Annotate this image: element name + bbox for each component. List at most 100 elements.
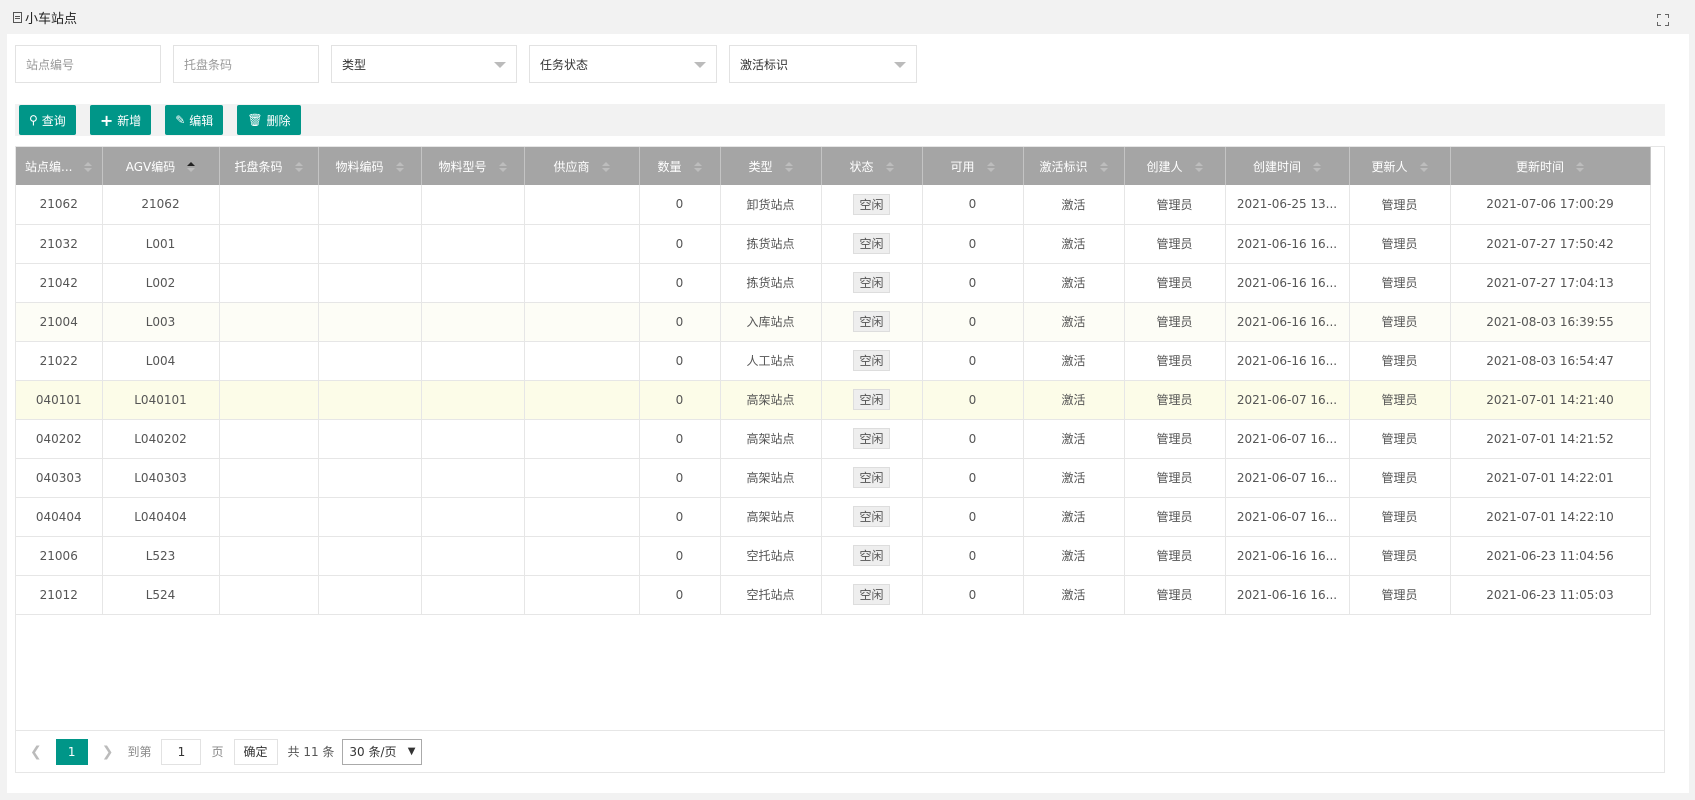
table-cell <box>524 185 640 225</box>
sort-icon[interactable] <box>693 162 702 172</box>
table-cell <box>318 536 422 576</box>
column-header[interactable]: 创建人 <box>1124 147 1226 185</box>
table-cell <box>318 224 422 264</box>
table-cell: 管理员 <box>1349 419 1451 459</box>
table-row[interactable]: 040303 L040303 0 高架站点 空闲 0 激活 管理员 2021-06-07 16.… <box>16 458 1651 498</box>
sort-icon[interactable] <box>784 162 793 172</box>
table-row[interactable]: 21062 21062 0 卸货站点 空闲 0 激活 管理员 2021-06-25 13... 管… <box>16 185 1651 225</box>
sort-asc-icon[interactable] <box>187 162 196 172</box>
table-cell: 0 <box>639 458 721 498</box>
confirm-button[interactable]: 确定 <box>233 738 278 765</box>
sort-icon[interactable] <box>601 162 610 172</box>
sort-icon[interactable] <box>498 162 507 172</box>
table-cell: 空闲 <box>821 536 923 576</box>
column-header[interactable]: AGV编码 <box>102 147 220 185</box>
table-cell <box>318 263 422 303</box>
table-cell: 激活 <box>1023 458 1125 498</box>
sort-icon[interactable] <box>986 162 995 172</box>
table-cell: 0 <box>639 185 721 225</box>
task-status-select[interactable]: 任务状态 <box>529 45 717 83</box>
table-cell <box>219 224 319 264</box>
table-row[interactable]: 21012 L524 0 空托站点 空闲 0 激活 管理员 2021-06-16 16... 管理… <box>16 575 1651 615</box>
table-row[interactable]: 21032 L001 0 拣货站点 空闲 0 激活 管理员 2021-06-16 16... 管理… <box>16 224 1651 264</box>
pallet-code-input[interactable]: 托盘条码 <box>173 45 319 83</box>
delete-button[interactable]: 🗑 删除 <box>237 105 301 135</box>
column-header[interactable]: 激活标识 <box>1023 147 1125 185</box>
edit-button[interactable]: ✎ 编辑 <box>165 105 224 135</box>
column-header-label: 可用 <box>950 159 975 174</box>
column-header[interactable]: 物料型号 <box>421 147 525 185</box>
page-size-select[interactable]: 30 条/页 ▼ <box>342 738 423 765</box>
sort-icon[interactable] <box>395 162 404 172</box>
table-row[interactable]: 21022 L004 0 人工站点 空闲 0 激活 管理员 2021-06-16 16... 管理… <box>16 341 1651 381</box>
column-header[interactable]: 站点编... <box>16 147 103 185</box>
table-cell: 2021-06-16 16... <box>1225 224 1350 264</box>
station-code-input[interactable]: 站点编号 <box>15 45 161 83</box>
table-row[interactable]: 21006 L523 0 空托站点 空闲 0 激活 管理员 2021-06-16 16... 管理… <box>16 536 1651 576</box>
query-button-label: 查询 <box>41 113 66 128</box>
table-cell: 管理员 <box>1349 185 1451 225</box>
table-cell <box>219 302 319 342</box>
column-header[interactable]: 类型 <box>720 147 822 185</box>
table-cell: 空闲 <box>821 575 923 615</box>
table-cell: 2021-06-07 16... <box>1225 419 1350 459</box>
table-cell: L524 <box>102 575 220 615</box>
table-cell: 21004 <box>16 302 103 342</box>
page-unit-label: 页 <box>211 745 224 759</box>
column-header-label: 激活标识 <box>1039 159 1088 174</box>
active-flag-select[interactable]: 激活标识 <box>729 45 917 83</box>
sort-icon[interactable] <box>885 162 894 172</box>
table-cell: 2021-06-07 16... <box>1225 458 1350 498</box>
prev-page-icon[interactable]: ❮ <box>30 744 42 760</box>
table-cell: 2021-06-16 16... <box>1225 575 1350 615</box>
table-cell: 高架站点 <box>720 458 822 498</box>
pagination: ❮ 1 ❯ 到第 1 页 确定 共 11 条 30 条/页 ▼ <box>15 730 1665 773</box>
table-cell <box>318 458 422 498</box>
table-cell <box>524 263 640 303</box>
table-cell: 高架站点 <box>720 497 822 537</box>
table-row[interactable]: 040101 L040101 0 高架站点 空闲 0 激活 管理员 2021-06-07 16.… <box>16 380 1651 420</box>
column-header[interactable]: 可用 <box>922 147 1024 185</box>
column-header[interactable]: 数量 <box>639 147 721 185</box>
table-cell: L040303 <box>102 458 220 498</box>
sort-icon[interactable] <box>1576 162 1584 172</box>
table-cell: L004 <box>102 341 220 381</box>
sort-icon[interactable] <box>1194 162 1203 172</box>
column-header[interactable]: 状态 <box>821 147 923 185</box>
column-header[interactable]: 托盘条码 <box>219 147 319 185</box>
table-cell: 21062 <box>16 185 103 225</box>
table-cell <box>524 419 640 459</box>
table-cell <box>421 536 525 576</box>
next-page-icon[interactable]: ❯ <box>102 744 114 760</box>
sort-icon[interactable] <box>294 162 303 172</box>
table-row[interactable]: 21042 L002 0 拣货站点 空闲 0 激活 管理员 2021-06-16 16... 管理… <box>16 263 1651 303</box>
table-header-row: 站点编... AGV编码 托盘条码 物料编码 物料型号 供应商 数量 类型 状态… <box>16 147 1651 185</box>
page-number-input[interactable]: 1 <box>161 738 202 765</box>
table-cell: 2021-07-01 14:22:10 <box>1450 497 1651 537</box>
column-header[interactable]: 更新人 <box>1349 147 1451 185</box>
table-row[interactable]: 040404 L040404 0 高架站点 空闲 0 激活 管理员 2021-06-07 16.… <box>16 497 1651 537</box>
table-cell: 2021-07-27 17:04:13 <box>1450 263 1651 303</box>
column-header[interactable]: 物料编码 <box>318 147 422 185</box>
column-header-label: 创建时间 <box>1252 159 1301 174</box>
table-cell: 2021-07-01 14:22:01 <box>1450 458 1651 498</box>
type-select[interactable]: 类型 <box>331 45 517 83</box>
table-row[interactable]: 21004 L003 0 入库站点 空闲 0 激活 管理员 2021-06-16 16... 管理… <box>16 302 1651 342</box>
column-header[interactable]: 更新时间 <box>1450 147 1651 185</box>
table-row[interactable]: 040202 L040202 0 高架站点 空闲 0 激活 管理员 2021-06-07 16.… <box>16 419 1651 459</box>
table-cell: 激活 <box>1023 419 1125 459</box>
column-header[interactable]: 创建时间 <box>1225 147 1350 185</box>
column-header[interactable]: 供应商 <box>524 147 640 185</box>
sort-icon[interactable] <box>84 162 93 172</box>
page-1-button[interactable]: 1 <box>55 738 88 765</box>
add-button[interactable]: + 新增 <box>89 105 152 135</box>
sort-icon[interactable] <box>1099 162 1108 172</box>
table-cell <box>421 185 525 225</box>
query-button[interactable]: ⚲ 查询 <box>19 105 76 135</box>
table-cell: 入库站点 <box>720 302 822 342</box>
fullscreen-icon[interactable] <box>1657 14 1669 26</box>
table-cell: 2021-06-07 16... <box>1225 497 1350 537</box>
table-cell: 2021-08-03 16:54:47 <box>1450 341 1651 381</box>
sort-icon[interactable] <box>1313 162 1321 172</box>
sort-icon[interactable] <box>1419 162 1428 172</box>
